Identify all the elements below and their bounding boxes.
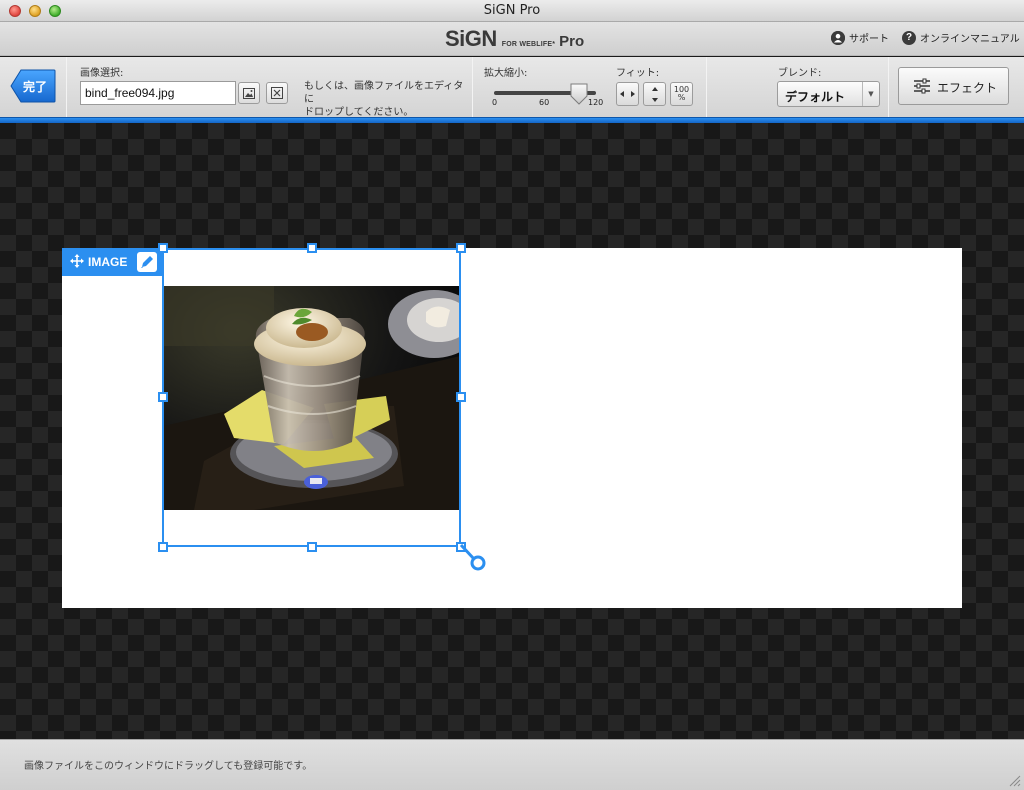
selection-frame[interactable] [162, 248, 461, 547]
close-window-button[interactable] [9, 5, 21, 17]
image-file-field[interactable] [80, 81, 236, 105]
support-link-label: サポート [849, 34, 889, 45]
zoom-slider-thumb[interactable] [569, 83, 589, 105]
zoom-mid-tick: 60 [539, 98, 550, 107]
user-icon [831, 30, 845, 45]
fit-vertical-icon [651, 86, 658, 102]
move-icon [70, 254, 84, 268]
effect-button[interactable]: エフェクト [898, 67, 1009, 105]
done-button[interactable]: 完了 [10, 69, 56, 103]
resize-handle-right[interactable] [456, 392, 466, 402]
zoom-min-tick: 0 [492, 98, 498, 107]
image-element-label: IMAGE [88, 255, 128, 269]
resize-handle-top-right[interactable] [456, 243, 466, 253]
zoom-window-button[interactable] [49, 5, 61, 17]
brand-bar: SiGN FOR WEBLIFE* Pro サポート ? オンラインマニュアル [0, 22, 1024, 56]
fit-100-label: 100 % [674, 86, 689, 102]
toolbar-divider [472, 57, 473, 117]
fit-label: フィット: [616, 68, 660, 79]
resize-handle-bottom-left[interactable] [158, 542, 168, 552]
toolbar-divider [66, 57, 67, 117]
zoom-max-tick: 120 [588, 98, 604, 107]
edit-image-button[interactable] [137, 252, 157, 272]
minimize-window-button[interactable] [29, 5, 41, 17]
rotate-handle-icon[interactable] [456, 540, 490, 574]
resize-handle-left[interactable] [158, 392, 168, 402]
resize-handle-top[interactable] [307, 243, 317, 253]
status-bar: 画像ファイルをこのウィンドウにドラッグしても登録可能です。 [0, 739, 1024, 790]
clear-image-button[interactable] [266, 82, 288, 104]
fit-100-percent-button[interactable]: 100 % [670, 82, 693, 106]
status-text: 画像ファイルをこのウィンドウにドラッグしても登録可能です。 [24, 761, 313, 772]
resize-grip-icon[interactable] [1007, 773, 1021, 787]
drop-hint-line-1: もしくは、画像ファイルをエディタに [304, 81, 464, 105]
fit-height-button[interactable] [643, 82, 666, 106]
sliders-icon [914, 78, 930, 94]
zoom-label: 拡大縮小: [484, 68, 528, 79]
resize-handle-top-left[interactable] [158, 243, 168, 253]
logo-main-text: SiGN [445, 26, 497, 51]
online-manual-link-label: オンラインマニュアル [920, 34, 1020, 45]
browse-image-button[interactable] [238, 82, 260, 104]
title-bar: SiGN Pro [0, 0, 1024, 22]
sign-pro-logo: SiGN FOR WEBLIFE* Pro [445, 26, 584, 52]
help-icon: ? [902, 30, 916, 45]
fit-100-percent-sign: % [677, 93, 686, 102]
drop-hint-text: もしくは、画像ファイルをエディタに ドロップしてください。 [304, 80, 464, 119]
dropdown-arrow-icon: ▼ [862, 82, 879, 106]
fit-horizontal-icon [620, 91, 635, 97]
blend-label: ブレンド: [778, 68, 822, 79]
logo-small-text: FOR WEBLIFE* [501, 41, 556, 48]
clear-box-icon [271, 87, 283, 99]
resize-handle-bottom[interactable] [307, 542, 317, 552]
image-select-label: 画像選択: [80, 68, 124, 79]
effect-button-label: エフェクト [937, 81, 998, 95]
picture-icon [243, 87, 255, 99]
done-button-label: 完了 [23, 80, 48, 94]
toolbar-divider [888, 57, 889, 117]
window-title: SiGN Pro [483, 3, 541, 18]
toolbar-divider [706, 57, 707, 117]
fit-width-button[interactable] [616, 82, 639, 106]
blend-mode-select[interactable]: デフォルト ▼ [777, 81, 880, 107]
blend-mode-value: デフォルト [785, 90, 846, 104]
pencil-icon [141, 256, 153, 268]
support-link[interactable]: サポート [831, 30, 889, 45]
logo-pro-text: Pro [559, 33, 585, 50]
online-manual-link[interactable]: ? オンラインマニュアル [902, 30, 1020, 45]
